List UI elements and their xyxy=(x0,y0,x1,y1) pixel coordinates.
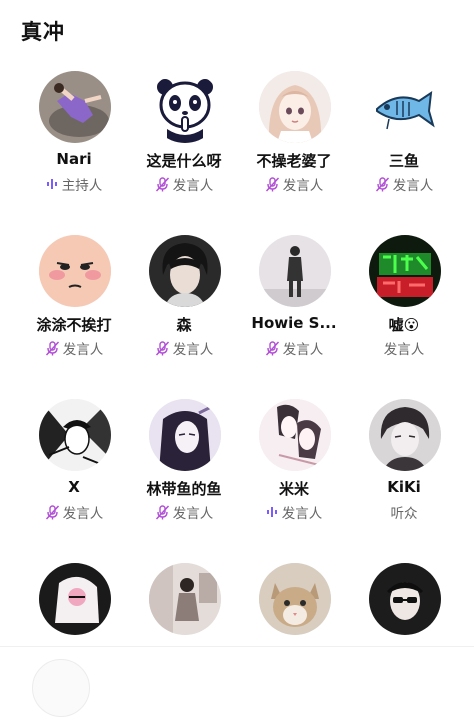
cartoon-face-avatar[interactable] xyxy=(39,235,111,307)
member-card[interactable]: 不操老婆了 发言人 xyxy=(240,68,348,232)
mic-muted-icon xyxy=(155,504,169,520)
manga-longhair-avatar[interactable] xyxy=(149,399,221,471)
member-role: 发言人 xyxy=(20,338,128,358)
member-role: 发言人 xyxy=(20,502,128,522)
speaking-icon xyxy=(266,507,277,517)
mic-muted-icon xyxy=(265,176,279,192)
member-role: 发言人 xyxy=(240,338,348,358)
member-card[interactable]: X 发言人 xyxy=(20,396,128,560)
person-lying-avatar[interactable] xyxy=(39,71,111,143)
role-label: 发言人 xyxy=(62,342,104,358)
member-name: X xyxy=(68,478,80,496)
manga-boy-avatar[interactable] xyxy=(369,399,441,471)
manga-couple-avatar[interactable] xyxy=(259,399,331,471)
member-role: 发言人 xyxy=(130,338,238,358)
mic-muted-icon xyxy=(155,340,169,356)
girl-photo-avatar[interactable] xyxy=(149,563,221,635)
member-grid: Nari 主持人 这是什么呀 发言人 不操老婆了 发言人 三鱼 发言人 涂涂不挨… xyxy=(20,68,460,724)
role-label: 发言人 xyxy=(282,178,324,194)
member-card[interactable]: KiKi 听众 xyxy=(350,396,458,560)
speaking-icon xyxy=(46,179,57,189)
member-role: 听众 xyxy=(350,502,458,522)
member-card[interactable]: 三鱼 发言人 xyxy=(350,68,458,232)
member-name: 森 xyxy=(176,316,192,334)
member-role: 发言人 xyxy=(130,174,238,194)
mic-muted-icon xyxy=(45,340,59,356)
member-card[interactable]: 这是什么呀 发言人 xyxy=(130,68,238,232)
member-name: 三鱼 xyxy=(388,152,419,170)
bw-drawing-avatar[interactable] xyxy=(39,563,111,635)
member-role: 发言人 xyxy=(130,502,238,522)
mic-muted-icon xyxy=(265,340,279,356)
role-label: 发言人 xyxy=(172,506,214,522)
bottom-bar xyxy=(0,646,474,717)
role-label: 主持人 xyxy=(61,178,103,194)
member-card[interactable]: 嘘😮 发言人 xyxy=(350,232,458,396)
role-label: 发言人 xyxy=(172,342,214,358)
member-card[interactable]: 林带鱼的鱼 发言人 xyxy=(130,396,238,560)
mic-muted-icon xyxy=(45,504,59,520)
member-role: 发言人 xyxy=(350,174,458,194)
neon-sign-avatar[interactable] xyxy=(369,235,441,307)
role-label: 发言人 xyxy=(383,342,425,358)
cat-avatar[interactable] xyxy=(259,563,331,635)
member-name: 不操老婆了 xyxy=(256,152,332,170)
anime-girl-avatar[interactable] xyxy=(259,71,331,143)
member-name: 米米 xyxy=(278,480,309,498)
member-role: 发言人 xyxy=(240,174,348,194)
member-name: KiKi xyxy=(387,478,421,496)
member-role: 主持人 xyxy=(20,174,128,194)
role-label: 听众 xyxy=(390,506,418,522)
bottom-action-button[interactable] xyxy=(32,659,90,717)
member-card[interactable]: Nari 主持人 xyxy=(20,68,128,232)
role-label: 发言人 xyxy=(62,506,104,522)
room-title: 真冲 xyxy=(21,20,65,44)
member-name: 涂涂不挨打 xyxy=(36,316,112,334)
role-label: 发言人 xyxy=(172,178,214,194)
member-card[interactable]: 森 发言人 xyxy=(130,232,238,396)
role-label: 发言人 xyxy=(282,342,324,358)
member-card[interactable] xyxy=(240,560,348,724)
member-card[interactable]: Howie S... 发言人 xyxy=(240,232,348,396)
fish-avatar[interactable] xyxy=(369,71,441,143)
young-man-avatar[interactable] xyxy=(149,235,221,307)
member-card[interactable]: 米米 发言人 xyxy=(240,396,348,560)
member-name: 这是什么呀 xyxy=(146,152,222,170)
mic-muted-icon xyxy=(375,176,389,192)
member-card[interactable] xyxy=(130,560,238,724)
sunglasses-avatar[interactable] xyxy=(369,563,441,635)
member-card[interactable] xyxy=(350,560,458,724)
member-name: Nari xyxy=(56,150,92,168)
member-name: 林带鱼的鱼 xyxy=(146,480,222,498)
mic-muted-icon xyxy=(155,176,169,192)
standing-man-avatar[interactable] xyxy=(259,235,331,307)
manga-sketch-avatar[interactable] xyxy=(39,399,111,471)
member-role: 发言人 xyxy=(350,338,458,358)
panda-avatar[interactable] xyxy=(149,71,221,143)
member-card[interactable]: 涂涂不挨打 发言人 xyxy=(20,232,128,396)
member-name: Howie S... xyxy=(251,314,337,332)
role-label: 发言人 xyxy=(281,506,323,522)
role-label: 发言人 xyxy=(392,178,434,194)
member-role: 发言人 xyxy=(240,502,348,522)
member-name: 嘘😮 xyxy=(388,316,420,334)
